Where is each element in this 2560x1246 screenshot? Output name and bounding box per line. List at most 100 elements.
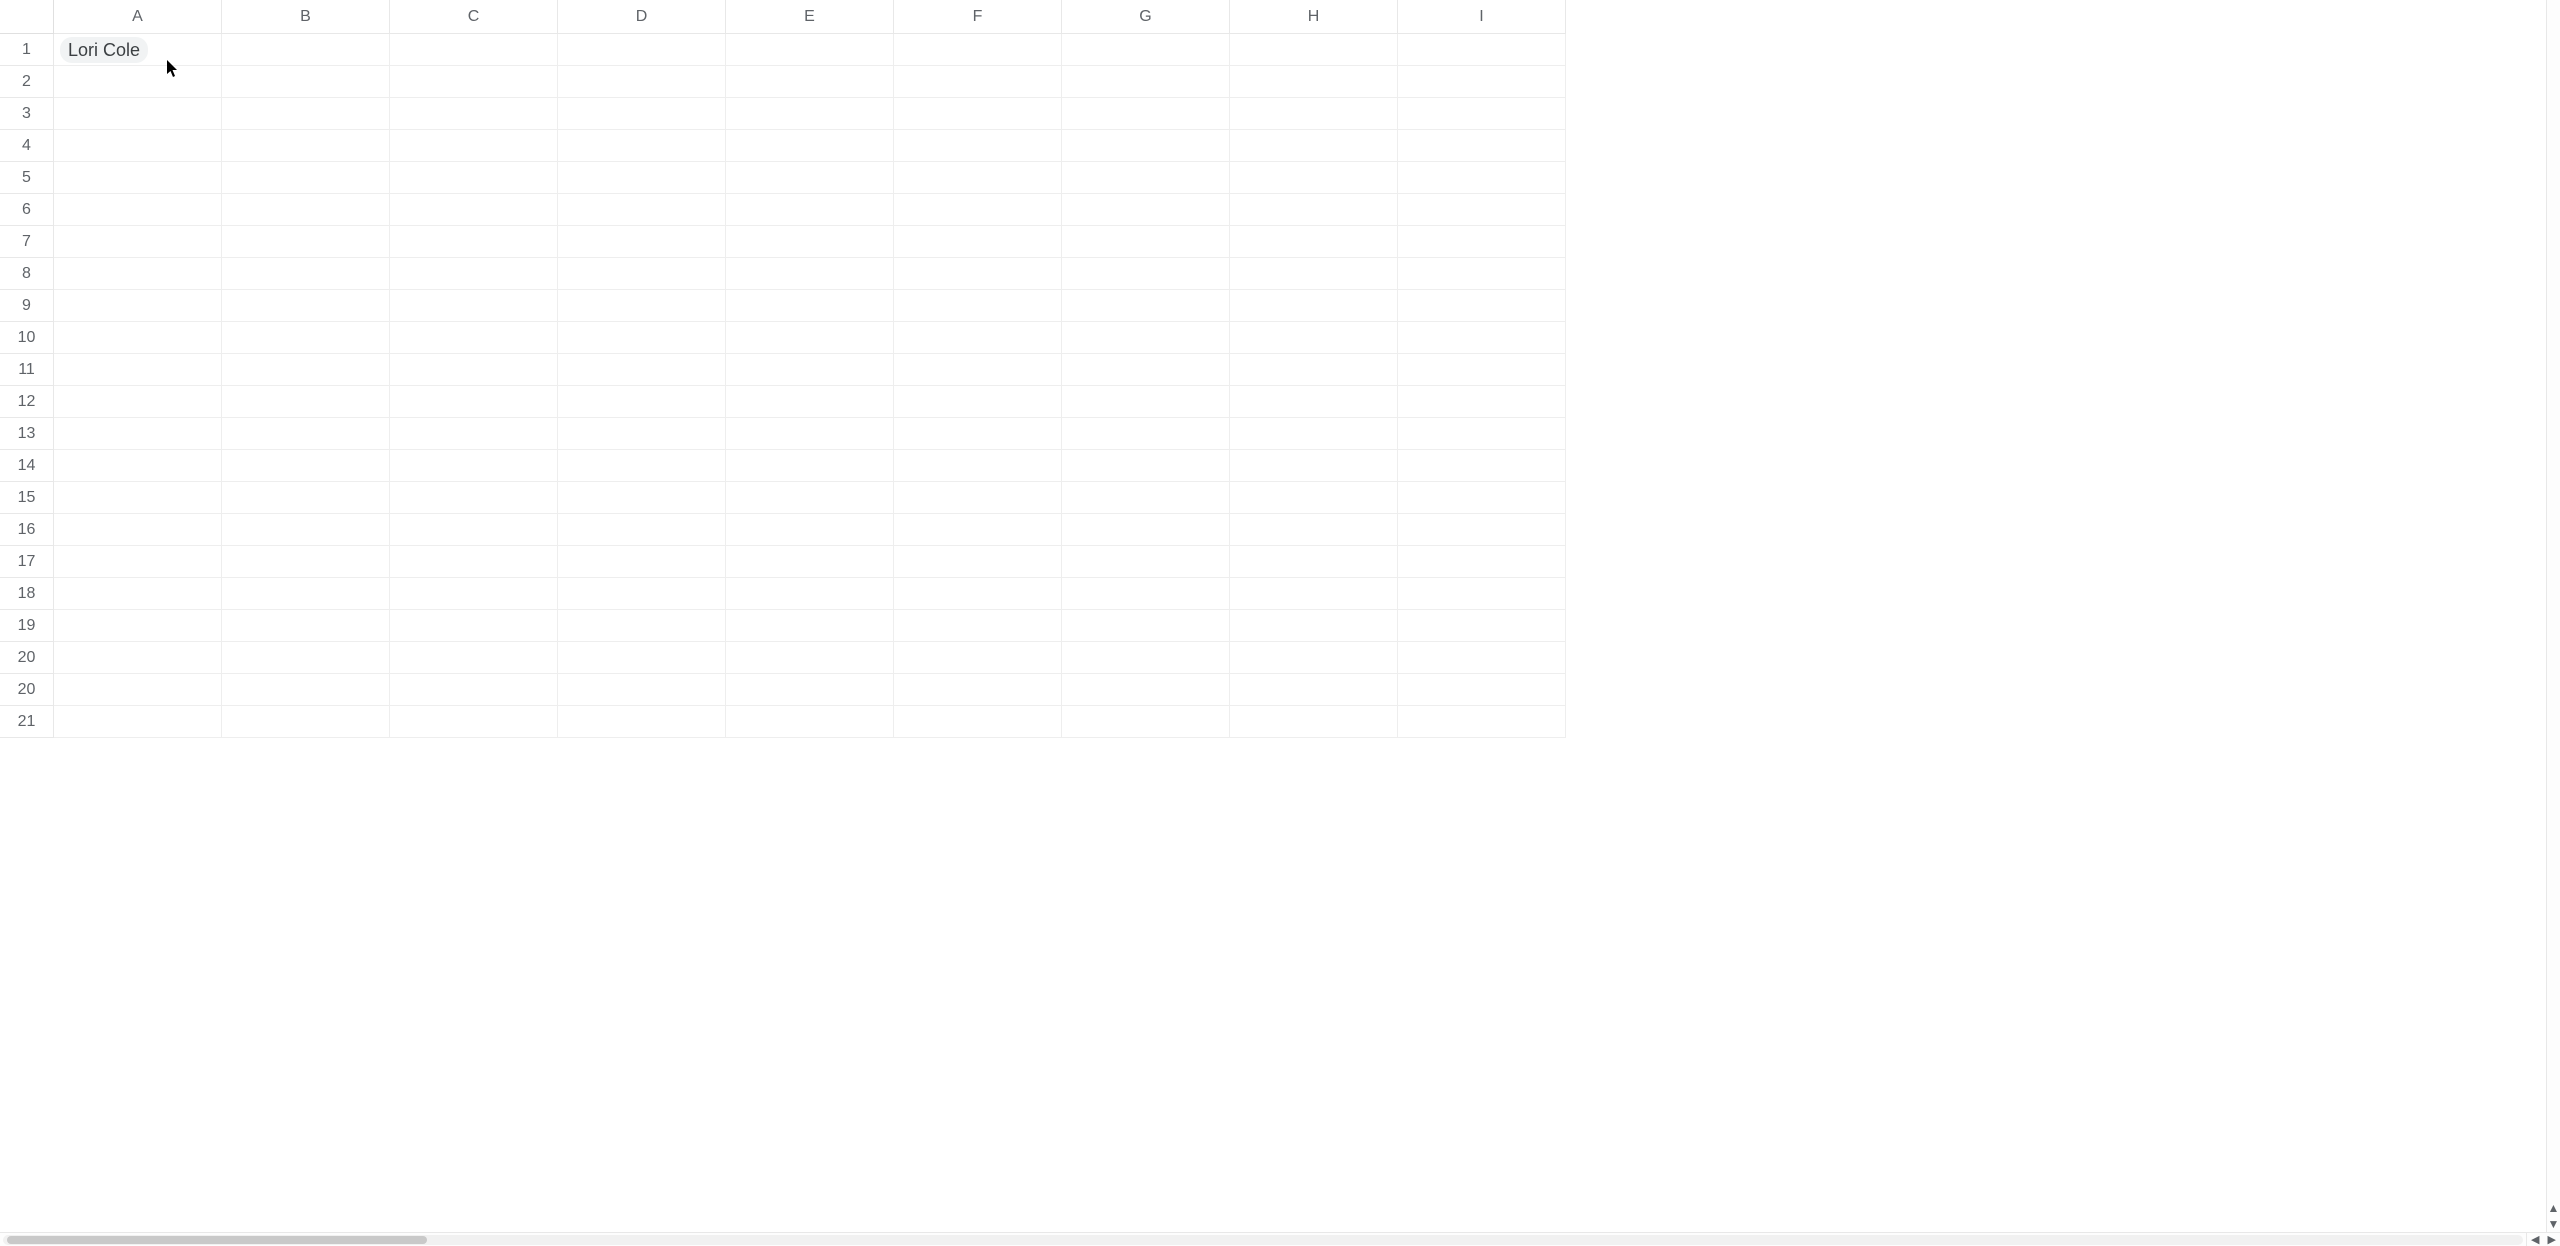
cell-G10[interactable]: [1062, 322, 1230, 354]
cell-D12[interactable]: [558, 386, 726, 418]
cell-G13[interactable]: [1062, 418, 1230, 450]
cell-H9[interactable]: [1230, 290, 1398, 322]
cell-C19[interactable]: [390, 610, 558, 642]
cell-B3[interactable]: [222, 98, 390, 130]
scroll-up-icon[interactable]: ▲: [2547, 1200, 2560, 1216]
column-header-E[interactable]: E: [726, 0, 894, 34]
cell-H19[interactable]: [1230, 610, 1398, 642]
cell-F6[interactable]: [894, 194, 1062, 226]
row-header-19[interactable]: 19: [0, 610, 54, 642]
column-header-C[interactable]: C: [390, 0, 558, 34]
row-header-13[interactable]: 13: [0, 418, 54, 450]
cell-G14[interactable]: [1062, 450, 1230, 482]
cell-A15[interactable]: [54, 482, 222, 514]
cell-G15[interactable]: [1062, 482, 1230, 514]
cell-A7[interactable]: [54, 226, 222, 258]
cell-C5[interactable]: [390, 162, 558, 194]
cell-D21[interactable]: [558, 706, 726, 738]
cell-F4[interactable]: [894, 130, 1062, 162]
cell-A14[interactable]: [54, 450, 222, 482]
cell-C20[interactable]: [390, 642, 558, 674]
cell-G11[interactable]: [1062, 354, 1230, 386]
sheet-nav-left-icon[interactable]: ◀: [2531, 1233, 2539, 1246]
cell-A9[interactable]: [54, 290, 222, 322]
column-header-I[interactable]: I: [1398, 0, 1566, 34]
cell-G7[interactable]: [1062, 226, 1230, 258]
cell-E3[interactable]: [726, 98, 894, 130]
cell-B16[interactable]: [222, 514, 390, 546]
cell-H16[interactable]: [1230, 514, 1398, 546]
column-header-B[interactable]: B: [222, 0, 390, 34]
cell-B5[interactable]: [222, 162, 390, 194]
cell-F2[interactable]: [894, 66, 1062, 98]
cell-G9[interactable]: [1062, 290, 1230, 322]
horizontal-scrollbar[interactable]: [0, 1232, 2526, 1246]
cell-I9[interactable]: [1398, 290, 1566, 322]
cell-A13[interactable]: [54, 418, 222, 450]
cell-C20[interactable]: [390, 674, 558, 706]
cell-G4[interactable]: [1062, 130, 1230, 162]
cell-F15[interactable]: [894, 482, 1062, 514]
cell-F18[interactable]: [894, 578, 1062, 610]
cell-I8[interactable]: [1398, 258, 1566, 290]
cell-D9[interactable]: [558, 290, 726, 322]
cell-B10[interactable]: [222, 322, 390, 354]
cell-D4[interactable]: [558, 130, 726, 162]
cell-E20[interactable]: [726, 674, 894, 706]
cell-D20[interactable]: [558, 642, 726, 674]
smart-chip[interactable]: Lori Cole: [60, 37, 148, 63]
cell-A10[interactable]: [54, 322, 222, 354]
cell-B9[interactable]: [222, 290, 390, 322]
cell-F3[interactable]: [894, 98, 1062, 130]
cell-A8[interactable]: [54, 258, 222, 290]
row-header-22[interactable]: 21: [0, 706, 54, 738]
cell-G1[interactable]: [1062, 34, 1230, 66]
cell-I14[interactable]: [1398, 450, 1566, 482]
cell-E14[interactable]: [726, 450, 894, 482]
cell-C11[interactable]: [390, 354, 558, 386]
cell-A21[interactable]: [54, 706, 222, 738]
cell-H3[interactable]: [1230, 98, 1398, 130]
cell-B20[interactable]: [222, 674, 390, 706]
cell-F20[interactable]: [894, 674, 1062, 706]
row-header-2[interactable]: 2: [0, 66, 54, 98]
cell-D20[interactable]: [558, 674, 726, 706]
cell-D15[interactable]: [558, 482, 726, 514]
row-header-12[interactable]: 12: [0, 386, 54, 418]
cell-E15[interactable]: [726, 482, 894, 514]
cell-E21[interactable]: [726, 706, 894, 738]
cell-C12[interactable]: [390, 386, 558, 418]
cell-D19[interactable]: [558, 610, 726, 642]
cell-I20[interactable]: [1398, 674, 1566, 706]
scroll-down-icon[interactable]: ▼: [2547, 1216, 2560, 1232]
cell-B20[interactable]: [222, 642, 390, 674]
cell-H1[interactable]: [1230, 34, 1398, 66]
cell-B7[interactable]: [222, 226, 390, 258]
cell-I21[interactable]: [1398, 706, 1566, 738]
cell-C7[interactable]: [390, 226, 558, 258]
column-header-F[interactable]: F: [894, 0, 1062, 34]
cell-H2[interactable]: [1230, 66, 1398, 98]
cell-F1[interactable]: [894, 34, 1062, 66]
cell-E13[interactable]: [726, 418, 894, 450]
cell-C18[interactable]: [390, 578, 558, 610]
cell-E16[interactable]: [726, 514, 894, 546]
column-header-H[interactable]: H: [1230, 0, 1398, 34]
select-all-corner[interactable]: [0, 0, 54, 34]
cell-A4[interactable]: [54, 130, 222, 162]
cell-E2[interactable]: [726, 66, 894, 98]
cell-F16[interactable]: [894, 514, 1062, 546]
cell-H6[interactable]: [1230, 194, 1398, 226]
cell-A18[interactable]: [54, 578, 222, 610]
cell-C14[interactable]: [390, 450, 558, 482]
row-header-10[interactable]: 10: [0, 322, 54, 354]
cell-F5[interactable]: [894, 162, 1062, 194]
cell-A11[interactable]: [54, 354, 222, 386]
cell-G6[interactable]: [1062, 194, 1230, 226]
cell-E9[interactable]: [726, 290, 894, 322]
cell-A1[interactable]: Lori Cole: [54, 34, 222, 66]
row-header-20[interactable]: 20: [0, 642, 54, 674]
row-header-9[interactable]: 9: [0, 290, 54, 322]
cell-E17[interactable]: [726, 546, 894, 578]
cell-A20[interactable]: [54, 642, 222, 674]
